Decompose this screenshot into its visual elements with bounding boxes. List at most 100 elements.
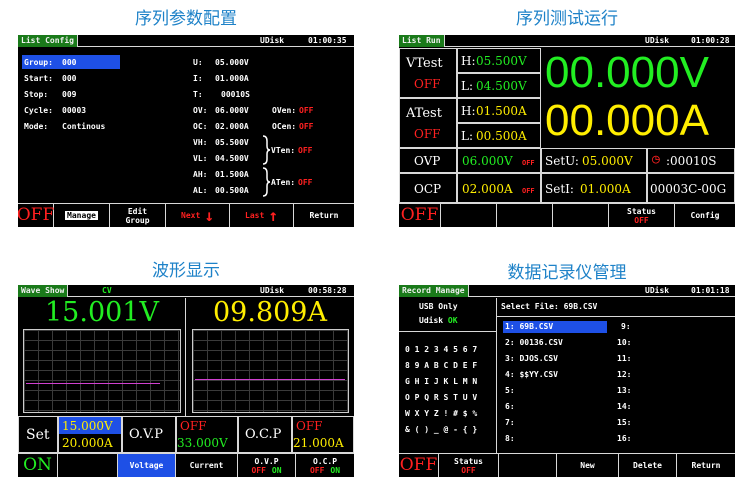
voltage-readout: 15.001V (45, 297, 159, 328)
vh-label: VH: (193, 138, 208, 147)
al-value[interactable]: 00.500A (215, 186, 249, 196)
edit-group-button[interactable]: Edit Group (110, 204, 166, 227)
delete-button[interactable]: Delete (619, 454, 677, 477)
manage-button[interactable]: Manage (54, 204, 110, 227)
config-button[interactable]: Config (675, 204, 735, 227)
seti-cell[interactable]: SetI: 01.000A (541, 173, 647, 203)
output-off-button[interactable]: OFF (18, 204, 54, 227)
start-label: Start: (24, 74, 53, 83)
softkey-3[interactable] (499, 454, 557, 477)
last-button[interactable]: Last ↑ (230, 204, 294, 227)
file-item-7[interactable]: 7: (505, 418, 515, 428)
file-item-9[interactable]: 9: (621, 322, 631, 332)
file-item-3[interactable]: 3: DJOS.CSV (505, 354, 558, 364)
vtest-low-cell[interactable]: L: 04.500V (457, 73, 541, 98)
keyboard-row-4[interactable]: O P Q R S T U V (405, 393, 477, 403)
vtest-high-cell[interactable]: H: 05.500V (457, 48, 541, 73)
ocp-cell[interactable]: OCP (399, 173, 457, 203)
cycle-counter-cell: 00003C-00G (647, 173, 735, 203)
file-item-8[interactable]: 8: (505, 434, 515, 444)
file-item-6[interactable]: 6: (505, 402, 515, 412)
stop-value[interactable]: 009 (62, 90, 76, 100)
mode-value[interactable]: Continous (62, 122, 105, 132)
screen-title: Record Manage (399, 285, 469, 297)
softkey-3[interactable] (497, 204, 553, 227)
status-button[interactable]: Status OFF (439, 454, 499, 477)
return-button[interactable]: Return (294, 204, 354, 227)
file-item-11[interactable]: 11: (617, 354, 631, 364)
vtest-cell[interactable]: VTest OFF (399, 48, 457, 98)
next-button[interactable]: Next ↓ (166, 204, 230, 227)
file-item-13[interactable]: 13: (617, 386, 631, 396)
status-button[interactable]: Status OFF (609, 204, 675, 227)
caption-list-config: 序列参数配置 (135, 9, 237, 29)
ovp-toggle-button[interactable]: O.V.P OFF ON (238, 454, 296, 477)
aten-value[interactable]: OFF (298, 178, 312, 188)
ovp-toggle-states: OFF ON (251, 466, 281, 475)
cycle-value[interactable]: 00003 (62, 106, 86, 116)
clock: 00:58:28 (308, 286, 347, 295)
output-off-button[interactable]: OFF (399, 204, 441, 227)
file-item-16[interactable]: 16: (617, 434, 631, 444)
u-label: U: (193, 58, 203, 67)
setu-label: SetU: (545, 154, 579, 168)
keyboard-row-2[interactable]: 8 9 A B C D E F (405, 361, 477, 371)
file-item-1[interactable]: 1: 69B.CSV (505, 322, 553, 332)
softkey-2[interactable] (58, 454, 118, 477)
t-value[interactable]: 00010S (221, 90, 250, 100)
keyboard-row-3[interactable]: G H I J K L M N (405, 377, 477, 387)
keyboard-row-6[interactable]: & ( ) _ @ - { } (405, 425, 477, 435)
file-item-4[interactable]: 4: $$YY.CSV (505, 370, 558, 380)
softkey-4[interactable] (553, 204, 609, 227)
ovp-cell[interactable]: OVP (399, 148, 457, 173)
ovp-label-cell: O.V.P (122, 416, 176, 453)
ocp-value: 21.000A (293, 436, 344, 450)
i-value[interactable]: 01.000A (215, 74, 249, 84)
ocp-toggle-button[interactable]: O.C.P OFF ON (296, 454, 354, 477)
file-item-12[interactable]: 12: (617, 370, 631, 380)
vl-value[interactable]: 04.500V (215, 154, 249, 164)
atest-high-cell[interactable]: H: 01.500A (457, 98, 541, 123)
set-values-cell[interactable]: 15.000V 20.000A (58, 416, 122, 453)
file-item-14[interactable]: 14: (617, 402, 631, 412)
ov-value[interactable]: 06.000V (215, 106, 249, 116)
ah-value[interactable]: 01.500A (215, 170, 249, 180)
output-on-button[interactable]: ON (18, 454, 58, 477)
ocp-value-cell[interactable]: 02.000A OFF (457, 173, 541, 203)
u-value[interactable]: 05.000V (215, 58, 249, 68)
ocp-values-cell[interactable]: OFF 21.000A (292, 416, 354, 453)
current-tab-button[interactable]: Current (176, 454, 238, 477)
arrow-down-icon: ↓ (204, 206, 214, 225)
voltage-panel: 15.001V (18, 298, 186, 416)
edit-label: Edit (127, 206, 148, 216)
atest-cell[interactable]: ATest OFF (399, 98, 457, 148)
setu-cell[interactable]: SetU: 05.000V (541, 148, 647, 173)
ovp-value-cell[interactable]: 06.000V OFF (457, 148, 541, 173)
voltage-tab-label: Voltage (129, 461, 164, 470)
status-value: OFF (461, 465, 476, 475)
ocp-on-option: ON (330, 465, 341, 475)
file-item-15[interactable]: 15: (617, 418, 631, 428)
file-item-10[interactable]: 10: (617, 338, 631, 348)
group-value[interactable]: 000 (62, 58, 76, 68)
softkey-2[interactable] (441, 204, 497, 227)
file-item-5[interactable]: 5: (505, 386, 515, 396)
l-voltage-value: 04.500V (476, 79, 527, 93)
keyboard-row-1[interactable]: 0 1 2 3 4 5 6 7 (405, 345, 477, 355)
file-item-2[interactable]: 2: 00136.CSV (505, 338, 563, 348)
set-cell: Set (18, 416, 58, 453)
ovp-label: OVP (414, 154, 441, 168)
start-value[interactable]: 000 (62, 74, 76, 84)
voltage-tab-button[interactable]: Voltage (118, 454, 176, 477)
output-off-button[interactable]: OFF (399, 454, 439, 477)
oc-value[interactable]: 02.000A (215, 122, 249, 132)
return-button[interactable]: Return (677, 454, 735, 477)
new-button[interactable]: New (557, 454, 619, 477)
ocen-value[interactable]: OFF (299, 122, 313, 132)
atest-low-cell[interactable]: L: 00.500A (457, 123, 541, 148)
ovp-values-cell[interactable]: OFF 33.000V (176, 416, 238, 453)
keyboard-row-5[interactable]: W X Y Z ! # $ % (405, 409, 477, 419)
oven-value[interactable]: OFF (299, 106, 313, 116)
vten-value[interactable]: OFF (298, 146, 312, 156)
vh-value[interactable]: 05.500V (215, 138, 249, 148)
